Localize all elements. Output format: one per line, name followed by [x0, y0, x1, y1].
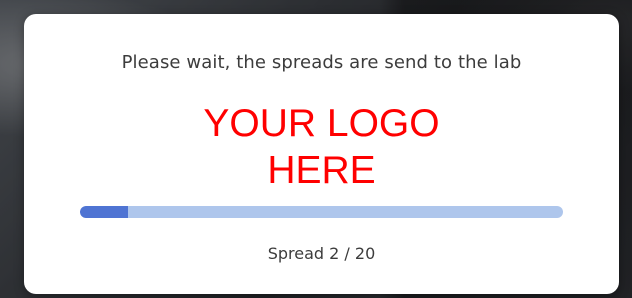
progress-bar [80, 206, 563, 218]
logo-line-1: YOUR LOGO [203, 102, 440, 145]
logo-line-2: HERE [267, 149, 376, 192]
spread-counter: Spread 2 / 20 [267, 244, 376, 263]
logo-placeholder: YOUR LOGO HERE [24, 100, 619, 194]
progress-bar-fill [80, 206, 129, 218]
status-message: Please wait, the spreads are send to the… [121, 52, 522, 73]
progress-dialog: Please wait, the spreads are send to the… [24, 14, 619, 294]
